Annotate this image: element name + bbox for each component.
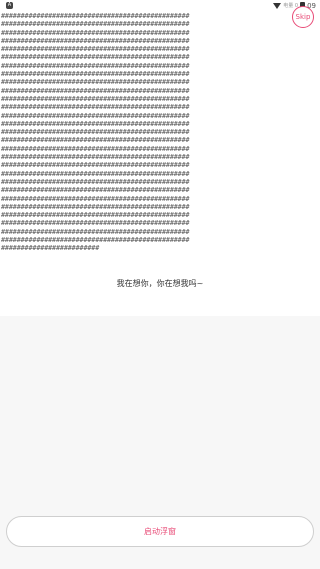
start-floating-window-label: 启动浮窗 — [144, 527, 176, 536]
start-floating-window-button[interactable]: 启动浮窗 — [6, 516, 314, 547]
hash-art-text: ########################################… — [1, 12, 190, 253]
message-text: 我在想你，你在想我吗~ — [116, 279, 204, 288]
screen: A 电量 0 09 Skip #########################… — [0, 0, 320, 569]
skip-label: Skip — [295, 13, 311, 21]
wifi-icon — [273, 3, 282, 9]
hash-art-block: ########################################… — [0, 12, 320, 253]
message-section: 我在想你，你在想我吗~ — [0, 250, 320, 316]
notification-icon: A — [6, 2, 13, 9]
skip-button[interactable]: Skip — [292, 6, 314, 28]
status-bar: A 电量 0 09 — [0, 0, 320, 12]
